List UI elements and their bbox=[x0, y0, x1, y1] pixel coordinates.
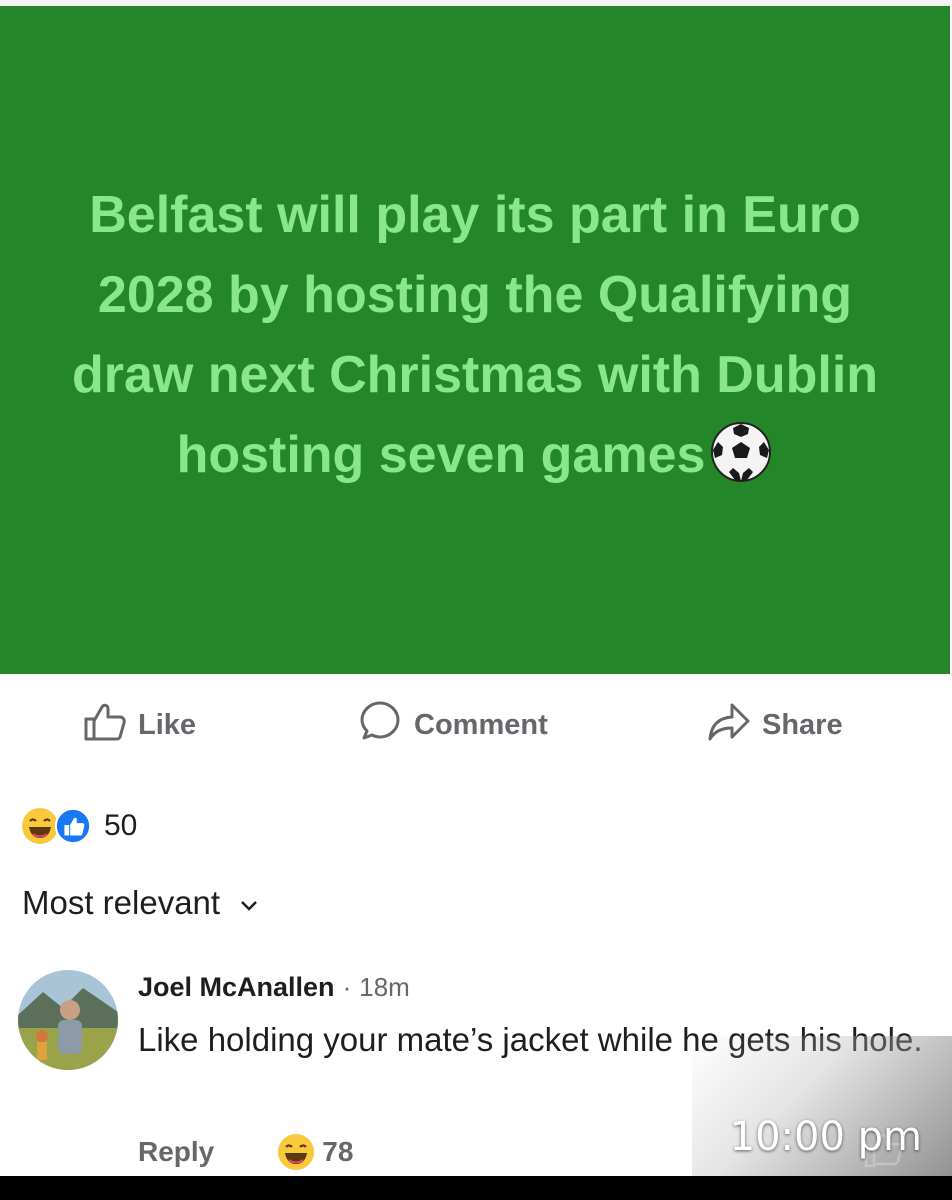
share-label: Share bbox=[762, 708, 843, 741]
reaction-summary[interactable]: 50 bbox=[20, 800, 137, 852]
timestamp-overlay: 10:00 pm bbox=[692, 1036, 952, 1176]
comment-header: Joel McAnallen · 18m bbox=[138, 972, 928, 1003]
laughing-emoji-icon bbox=[278, 1134, 315, 1170]
share-arrow-icon bbox=[704, 697, 752, 753]
like-button[interactable]: Like bbox=[80, 692, 196, 758]
comment-label: Comment bbox=[414, 708, 548, 741]
timestamp-text: 10:00 pm bbox=[729, 1114, 922, 1160]
like-label: Like bbox=[138, 708, 197, 741]
commenter-avatar[interactable] bbox=[18, 970, 118, 1070]
comment-sort-dropdown[interactable]: Most relevant bbox=[22, 884, 262, 922]
reaction-count: 50 bbox=[104, 809, 138, 842]
sort-label: Most relevant bbox=[22, 884, 221, 921]
post-actions-bar: Like Comment Share bbox=[0, 692, 952, 758]
post-text: Belfast will play its part in Euro 2028 … bbox=[45, 175, 905, 495]
chevron-down-icon bbox=[241, 901, 257, 911]
comment-bubble-icon bbox=[356, 697, 404, 753]
thumbs-up-icon bbox=[80, 697, 128, 753]
reply-button[interactable]: Reply bbox=[138, 1136, 214, 1168]
like-reaction-icon bbox=[54, 807, 92, 845]
comment-author[interactable]: Joel McAnallen bbox=[138, 972, 335, 1003]
share-button[interactable]: Share bbox=[704, 692, 843, 758]
screenshot-frame: Belfast will play its part in Euro 2028 … bbox=[0, 0, 952, 1176]
comment-reaction-count[interactable]: 78 bbox=[322, 1136, 353, 1168]
soccer-ball-icon bbox=[709, 420, 773, 484]
comment-time[interactable]: 18m bbox=[359, 972, 410, 1003]
comment-separator: · bbox=[342, 972, 352, 1002]
comment-actions: Reply 78 bbox=[138, 1130, 353, 1174]
comment-button[interactable]: Comment bbox=[356, 692, 548, 758]
post-banner: Belfast will play its part in Euro 2028 … bbox=[0, 0, 950, 674]
